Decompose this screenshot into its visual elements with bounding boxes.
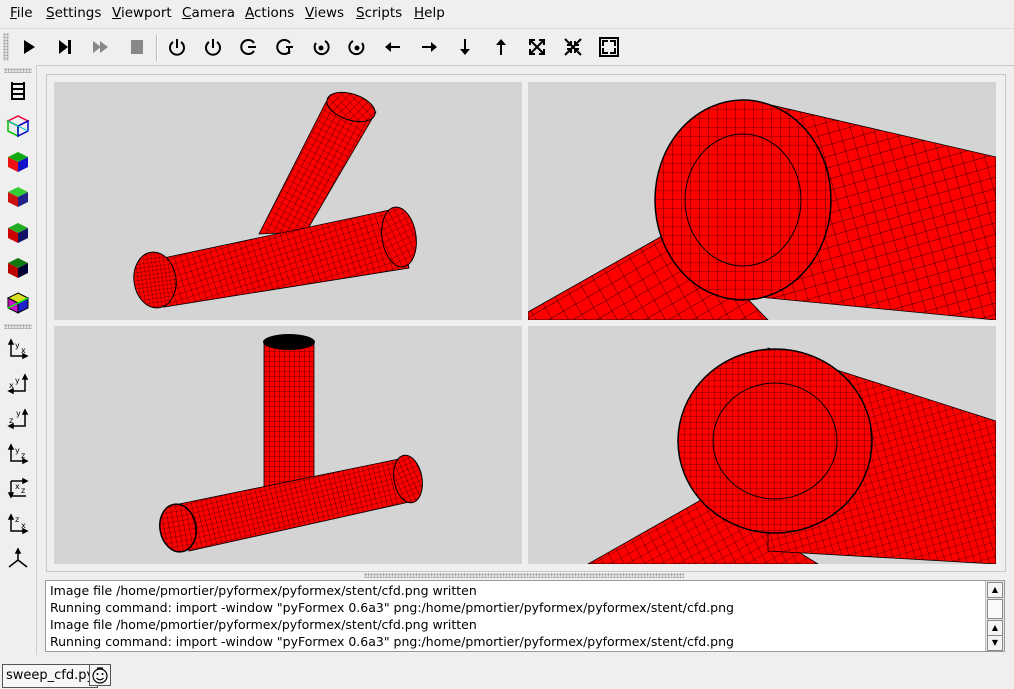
menu-scripts[interactable]: Scripts [356,5,402,21]
svg-text:x: x [21,346,26,355]
splitter-handle[interactable] [364,573,684,578]
main-toolbar [0,28,1014,66]
top-view-icon[interactable]: z x [5,476,31,502]
svg-text:z: z [15,515,19,524]
toolbar-grip[interactable] [4,324,32,329]
menu-help[interactable]: Help [414,5,445,21]
svg-text:z: z [21,486,25,495]
wireframe-icon[interactable] [5,78,31,104]
pan-down-icon[interactable] [452,34,478,60]
svg-text:x: x [9,381,14,390]
viewport-bottom-right[interactable] [528,326,996,564]
menu-actions[interactable]: Actions [245,5,294,21]
console-line: Image file /home/pmortier/pyformex/pyfor… [50,583,477,598]
rotate-up-icon[interactable] [236,34,262,60]
svg-text:z: z [21,451,25,460]
t-junction-closeup-mesh [587,347,996,564]
svg-text:y: y [15,376,20,385]
console-line: Running command: import -window "pyForme… [50,634,734,649]
menu-views[interactable]: Views [305,5,344,21]
menu-file[interactable]: File [10,5,33,21]
y-junction-mesh [133,91,417,309]
stop-icon[interactable] [124,34,150,60]
render-mode-toolbar: y x y x y z y z z x z x [0,65,37,655]
svg-text:x: x [15,482,20,491]
continue-icon[interactable] [88,34,114,60]
menu-viewport[interactable]: Viewport [112,5,172,21]
scroll-up-icon[interactable]: ▲ [987,620,1003,636]
rotate-left-icon[interactable] [164,34,190,60]
message-console[interactable]: Image file /home/pmortier/pyformex/pyfor… [45,580,1005,652]
viewport-top-left[interactable] [54,82,522,320]
zoom-out-icon[interactable] [560,34,586,60]
svg-text:y: y [15,341,20,350]
front-view-icon[interactable]: y x [5,336,31,362]
t-junction-mesh [159,334,423,553]
zoom-in-icon[interactable] [524,34,550,60]
svg-text:y: y [16,409,21,418]
viewport-top-right[interactable] [528,82,996,320]
scroll-down-icon[interactable]: ▼ [987,635,1003,651]
scroll-up-icon[interactable]: ▲ [987,582,1003,598]
toolbar-separator [156,35,158,61]
smooth-icon[interactable] [5,113,31,139]
console-line: Running command: import -window "pyForme… [50,600,734,615]
svg-text:z: z [9,416,13,425]
opengl-canvas[interactable] [46,74,1006,572]
rotate-ccw-icon[interactable] [344,34,370,60]
y-junction-closeup-mesh [528,99,996,320]
svg-text:x: x [21,521,26,530]
rotate-down-icon[interactable] [272,34,298,60]
viewport-bottom-left[interactable] [54,326,522,564]
flat-icon[interactable] [5,184,31,210]
zoom-all-icon[interactable] [596,34,622,60]
menu-settings[interactable]: Settings [46,5,101,21]
menu-camera[interactable]: Camera [182,5,235,21]
console-line: Image file /home/pmortier/pyformex/pyfor… [50,617,477,632]
rotate-right-icon[interactable] [200,34,226,60]
flatwire-icon[interactable] [5,220,31,246]
bottom-view-icon[interactable]: z x [5,511,31,537]
scroll-thumb[interactable] [987,599,1003,619]
rotate-cw-icon[interactable] [308,34,334,60]
statusbar [0,660,1014,689]
toolbar-grip[interactable] [3,33,9,61]
toolbar-grip[interactable] [4,68,32,73]
pan-up-icon[interactable] [488,34,514,60]
step-icon[interactable] [52,34,78,60]
smooth-transparent-icon[interactable] [5,255,31,281]
left-view-icon[interactable]: y z [5,441,31,467]
svg-text:y: y [15,446,20,455]
pan-right-icon[interactable] [416,34,442,60]
smiley-icon[interactable] [89,664,111,686]
iso-view-icon[interactable] [5,546,31,572]
right-view-icon[interactable]: y z [5,406,31,432]
menubar: File Settings Viewport Camera Actions Vi… [0,0,1014,27]
current-script-label[interactable]: sweep_cfd.py [2,664,99,688]
smoothwire-icon[interactable] [5,149,31,175]
play-icon[interactable] [16,34,42,60]
console-scrollbar[interactable]: ▲ ▲ ▼ [985,581,1004,651]
pan-left-icon[interactable] [380,34,406,60]
back-view-icon[interactable]: y x [5,371,31,397]
transparent-icon[interactable] [5,290,31,316]
